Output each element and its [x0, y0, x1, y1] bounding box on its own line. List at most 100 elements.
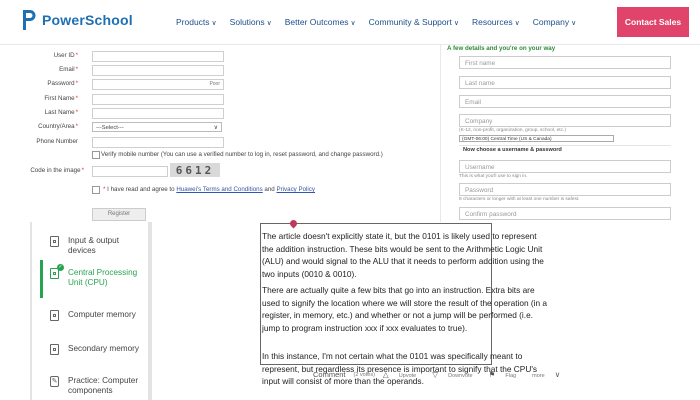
- course-item-label: Practice: Computer components: [68, 376, 139, 395]
- nav-company[interactable]: Company ∨: [533, 17, 577, 27]
- required-mark: *: [75, 123, 78, 130]
- signup-title: A few details and you're on your way: [447, 45, 556, 52]
- phone-row: Phone Number: [0, 137, 430, 148]
- upvote-button[interactable]: △ Upvote: [383, 370, 424, 379]
- page-icon: [50, 344, 59, 355]
- powerschool-logo[interactable]: PowerSchool: [22, 8, 133, 32]
- nav-label: Products: [176, 17, 210, 27]
- course-item-label: Secondary memory: [68, 344, 139, 353]
- credentials-subhead: Now choose a username & password: [463, 147, 562, 153]
- email-input[interactable]: [92, 65, 224, 76]
- nav-solutions[interactable]: Solutions ∨: [230, 17, 272, 27]
- captcha-image[interactable]: 6612: [170, 163, 220, 177]
- required-mark: *: [75, 52, 78, 59]
- password-input[interactable]: Poor: [92, 79, 224, 90]
- username-field[interactable]: Username: [459, 160, 671, 173]
- email-field[interactable]: Email: [459, 95, 671, 108]
- confirm-password-field[interactable]: Confirm password: [459, 207, 671, 220]
- label-text: Country/Area: [38, 123, 75, 130]
- last-name-input[interactable]: [92, 108, 224, 119]
- password-field[interactable]: Password: [459, 183, 671, 196]
- main-nav: Products ∨ Solutions ∨ Better Outcomes ∨ Co…: [176, 17, 589, 27]
- country-select-value: ---Select---: [96, 125, 124, 131]
- active-rail-marker: [40, 260, 43, 298]
- password-row: Password* Poor: [0, 79, 430, 90]
- nav-label: Company: [532, 17, 570, 27]
- course-item-practice[interactable]: ✎ Practice: Computer components: [50, 376, 146, 396]
- comment-button[interactable]: Comment: [313, 370, 346, 379]
- first-name-input[interactable]: [92, 94, 224, 105]
- register-button[interactable]: Register: [92, 208, 146, 221]
- answer-paragraph-1: The article doesn't explicitly state it,…: [262, 231, 544, 279]
- phone-label: Phone Number: [36, 138, 78, 145]
- course-item-computer-memory[interactable]: Computer memory: [50, 310, 146, 321]
- label-text: First Name: [44, 95, 75, 102]
- verify-mobile-checkbox[interactable]: [92, 151, 100, 159]
- phone-input[interactable]: [92, 137, 224, 148]
- course-item-cpu[interactable]: ✓ Central Processing Unit (CPU): [50, 264, 146, 288]
- agree-prefix: I have read and agree to: [107, 186, 175, 193]
- progress-rail: [30, 222, 32, 400]
- chevron-down-icon: ∨: [213, 125, 218, 131]
- label-text: Email: [59, 66, 75, 73]
- nav-resources[interactable]: Resources ∨: [472, 17, 520, 27]
- contact-sales-button[interactable]: Contact Sales: [617, 7, 689, 37]
- downvote-label: Downvote: [448, 373, 473, 379]
- downvote-icon: ▽: [432, 370, 439, 379]
- nav-community-support[interactable]: Community & Support ∨: [369, 17, 459, 27]
- required-mark: *: [75, 95, 78, 102]
- course-item-input-output[interactable]: Input & output devices: [50, 236, 146, 256]
- required-mark: *: [75, 109, 78, 116]
- site-header: PowerSchool Products ∨ Solutions ∨ Better …: [0, 0, 700, 45]
- upvote-icon: △: [382, 370, 389, 379]
- check-icon: ✓: [57, 264, 64, 271]
- privacy-link[interactable]: Privacy Policy: [276, 186, 315, 193]
- course-item-secondary-memory[interactable]: Secondary memory: [50, 344, 146, 355]
- user-id-row: User ID*: [0, 51, 430, 62]
- agree-terms-checkbox[interactable]: [92, 186, 100, 194]
- answer-paragraph-3: In this instance, I'm not certain what t…: [262, 351, 538, 386]
- password-label: Password*: [47, 80, 78, 87]
- vote-count: (2 votes): [353, 371, 375, 378]
- label-text: Code in the image: [30, 167, 81, 174]
- chevron-down-icon: ∨: [211, 20, 217, 27]
- required-mark: *: [81, 167, 84, 174]
- email-row: Email*: [0, 65, 430, 76]
- company-field[interactable]: Company: [459, 114, 671, 127]
- last-name-label: Last Name*: [45, 109, 78, 116]
- country-label: Country/Area*: [38, 123, 78, 130]
- nav-products[interactable]: Products ∨: [176, 17, 217, 27]
- terms-link[interactable]: Huawei's Terms and Conditions: [176, 186, 262, 193]
- powerschool-logo-icon: [23, 10, 36, 30]
- nav-label: Better Outcomes: [284, 17, 349, 27]
- verify-mobile-label: Verify mobile number (You can use a veri…: [101, 151, 383, 158]
- first-name-field[interactable]: First name: [459, 56, 671, 69]
- timezone-select[interactable]: (GMT-06:00) Central Time (US & Canada): [459, 135, 614, 142]
- password-hint: 8 characters or longer with at least one…: [459, 197, 580, 202]
- country-select[interactable]: ---Select--- ∨: [92, 122, 222, 132]
- more-button[interactable]: more ∨: [532, 370, 568, 379]
- page-icon: ✓: [50, 264, 64, 279]
- course-item-label: Computer memory: [68, 310, 136, 319]
- downvote-button[interactable]: ▽ Downvote: [432, 370, 480, 379]
- company-hint: (K-12, non-profit, organization, group, …: [459, 128, 566, 133]
- nav-better-outcomes[interactable]: Better Outcomes ∨: [285, 17, 356, 27]
- last-name-field[interactable]: Last name: [459, 76, 671, 89]
- username-hint: This is what you'll use to sign in.: [459, 174, 528, 179]
- country-row: Country/Area* ---Select--- ∨: [0, 122, 430, 133]
- course-item-label: Input & output devices: [68, 236, 119, 255]
- captcha-label: Code in the image*: [30, 167, 84, 174]
- chevron-down-icon: ∨: [266, 20, 272, 27]
- email-label: Email*: [59, 66, 78, 73]
- flag-button[interactable]: ⚑ Flag: [489, 370, 525, 379]
- chevron-down-icon: ∨: [554, 370, 561, 379]
- more-label: more: [532, 373, 545, 379]
- chevron-down-icon: ∨: [453, 20, 459, 27]
- user-id-label: User ID*: [54, 52, 78, 59]
- user-id-input[interactable]: [92, 51, 224, 62]
- required-mark: *: [103, 186, 106, 193]
- captcha-input[interactable]: [92, 166, 168, 177]
- last-name-row: Last Name*: [0, 108, 430, 119]
- nav-label: Solutions: [229, 17, 265, 27]
- page-icon: [50, 236, 59, 247]
